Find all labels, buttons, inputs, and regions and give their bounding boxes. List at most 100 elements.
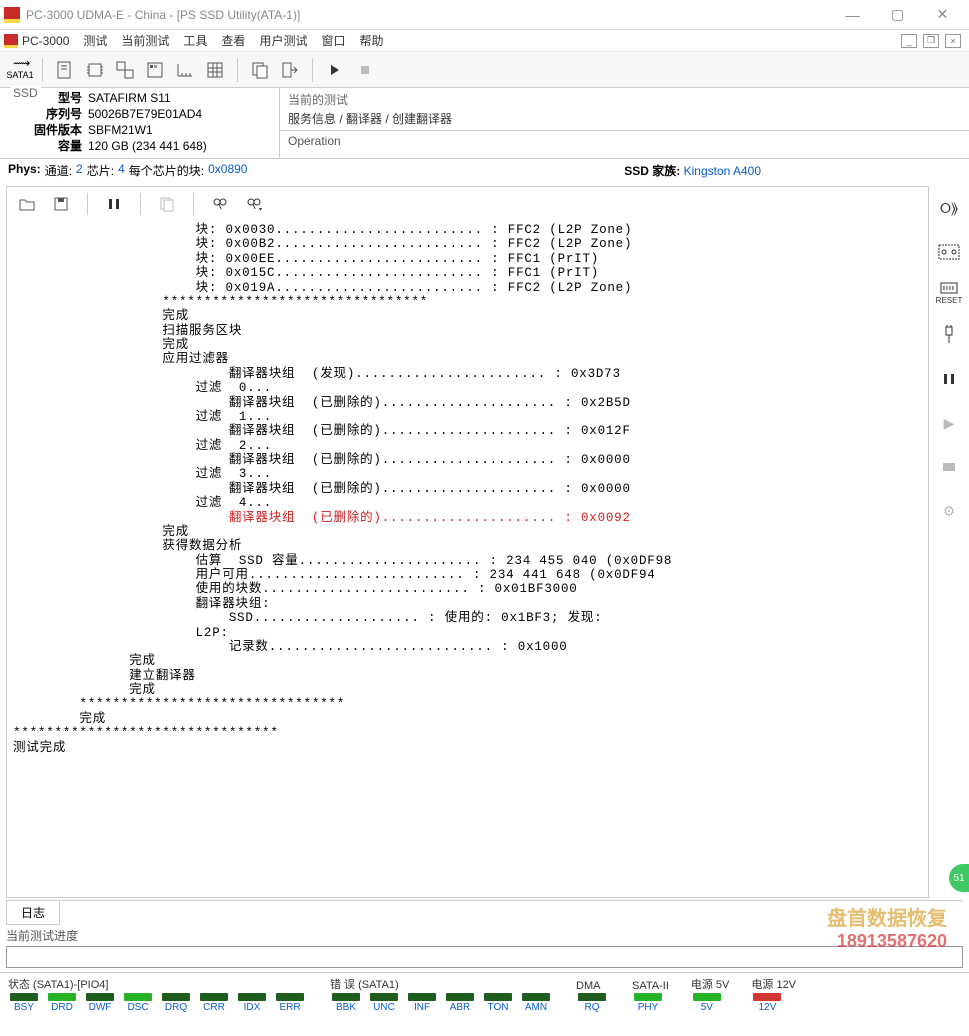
console-line: 翻译器块组 (已删除的)..................... : 0x2B… (13, 396, 922, 410)
tool-copy-icon[interactable] (246, 56, 274, 84)
led-indicator (48, 993, 76, 1001)
menubar: PC-3000 测试 当前测试 工具 查看 用户测试 窗口 帮助 _ ❐ × (0, 30, 969, 52)
console-line: 获得数据分析 (13, 539, 922, 553)
led-cell: 12V (749, 993, 785, 1013)
status-group-header: 状态 (SATA1)-[PIO4] (6, 976, 308, 992)
current-test-label: 当前的测试 (288, 91, 961, 108)
led-label: 5V (689, 1002, 725, 1013)
tool-exit-icon[interactable] (276, 56, 304, 84)
led-label: IDX (234, 1002, 270, 1013)
tabs-row: 日志 (6, 900, 963, 925)
console-line: SSD.................... : 使用的: 0x1BF3; 发… (13, 611, 922, 625)
console-panel: 块: 0x0030......................... : FFC… (6, 186, 929, 898)
side-pause-icon[interactable] (935, 365, 963, 393)
gear-icon[interactable]: ⚙ (935, 497, 963, 525)
mdi-close[interactable]: × (945, 34, 961, 48)
console-line: 过滤 3... (13, 467, 922, 481)
progress-section: 当前测试进度 (6, 927, 963, 968)
tool-grid-icon[interactable] (201, 56, 229, 84)
copy-icon[interactable] (153, 190, 181, 218)
status-group: 错 误 (SATA1)BBKUNCINFABRTONAMN (328, 976, 554, 1013)
led-cell: DSC (120, 993, 156, 1013)
mdi-minimize[interactable]: _ (901, 34, 917, 48)
status-group-header: 电源 5V (689, 976, 730, 992)
led-label: PHY (630, 1002, 666, 1013)
led-label: DRD (44, 1002, 80, 1013)
maximize-button[interactable]: ▢ (875, 1, 920, 29)
side-play-icon[interactable]: ▶ (935, 409, 963, 437)
console-line: 块: 0x00EE......................... : FFC… (13, 252, 922, 266)
status-group: 状态 (SATA1)-[PIO4]BSYDRDDWFDSCDRQCRRIDXER… (6, 976, 308, 1013)
console-line: 块: 0x015C......................... : FFC… (13, 266, 922, 280)
console-line: 过滤 2... (13, 439, 922, 453)
find-next-icon[interactable] (240, 190, 268, 218)
menu-app[interactable]: PC-3000 (22, 34, 69, 48)
console-line: 翻译器块组: (13, 597, 922, 611)
current-test-path: 服务信息 / 翻译器 / 创建翻译器 (288, 110, 961, 127)
console-line: 过滤 1... (13, 410, 922, 424)
console-line: 过滤 0... (13, 381, 922, 395)
status-group-header: DMA (574, 980, 610, 992)
board-icon[interactable] (935, 238, 963, 266)
serial-value: 50026B7E79E01AD4 (88, 106, 202, 122)
sata-button[interactable]: SATA1 (6, 56, 34, 84)
pause-icon[interactable] (100, 190, 128, 218)
tab-log[interactable]: 日志 (6, 901, 60, 925)
console-line: 过滤 4... (13, 496, 922, 510)
app-icon-small (4, 34, 18, 48)
led-indicator (693, 993, 721, 1001)
led-label: DWF (82, 1002, 118, 1013)
menu-test[interactable]: 测试 (83, 32, 107, 49)
main-toolbar: SATA1 (0, 52, 969, 88)
led-indicator (200, 993, 228, 1001)
chip-key: 芯片: (87, 162, 114, 179)
console-line: 翻译器块组 (已删除的)..................... : 0x01… (13, 424, 922, 438)
status-bar: 状态 (SATA1)-[PIO4]BSYDRDDWFDSCDRQCRRIDXER… (0, 972, 969, 1015)
menu-tools[interactable]: 工具 (183, 32, 207, 49)
tool-map-icon[interactable] (141, 56, 169, 84)
find-icon[interactable] (206, 190, 234, 218)
app-icon (4, 7, 20, 23)
side-badge[interactable]: 51 (949, 864, 969, 892)
led-label: BSY (6, 1002, 42, 1013)
status-group-header: SATA-II (630, 980, 669, 992)
serial-key: 序列号 (32, 106, 82, 122)
tool-chips-icon[interactable] (111, 56, 139, 84)
tool-chip-icon[interactable] (81, 56, 109, 84)
menu-user-test[interactable]: 用户测试 (259, 32, 307, 49)
separator (42, 58, 43, 82)
block-value: 0x0890 (208, 162, 247, 179)
console-output[interactable]: 块: 0x0030......................... : FFC… (7, 221, 928, 897)
menu-help[interactable]: 帮助 (359, 32, 383, 49)
open-icon[interactable] (13, 190, 41, 218)
power-icon[interactable]: ⭘⟫ (935, 194, 963, 222)
tool-doc-icon[interactable] (51, 56, 79, 84)
stop-button[interactable] (351, 56, 379, 84)
chip-small-icon[interactable] (935, 453, 963, 481)
ssd-family-key: SSD 家族: (624, 164, 680, 178)
led-cell: PHY (630, 993, 666, 1013)
save-icon[interactable] (47, 190, 75, 218)
led-indicator (86, 993, 114, 1001)
close-button[interactable]: ✕ (920, 1, 965, 29)
led-label: RQ (574, 1002, 610, 1013)
menu-current-test[interactable]: 当前测试 (121, 32, 169, 49)
console-line: ******************************** (13, 295, 922, 309)
console-line: 记录数........................... : 0x1000 (13, 640, 922, 654)
status-group: SATA-II PHY (630, 980, 669, 1013)
tool-ruler-icon[interactable] (171, 56, 199, 84)
phys-row: Phys: 通道: 2 芯片: 4 每个芯片的块: 0x0890 SSD 家族:… (0, 159, 969, 182)
led-indicator (10, 993, 38, 1001)
menu-view[interactable]: 查看 (221, 32, 245, 49)
led-label: CRR (196, 1002, 232, 1013)
reset-button[interactable]: RESET (935, 282, 963, 305)
led-indicator (408, 993, 436, 1001)
menu-window[interactable]: 窗口 (321, 32, 345, 49)
connector-icon[interactable] (935, 321, 963, 349)
play-button[interactable] (321, 56, 349, 84)
mdi-restore[interactable]: ❐ (923, 34, 939, 48)
fw-key: 固件版本 (32, 122, 82, 138)
led-cell: TON (480, 993, 516, 1013)
operation-box: Operation (280, 131, 969, 158)
minimize-button[interactable]: — (830, 1, 875, 29)
